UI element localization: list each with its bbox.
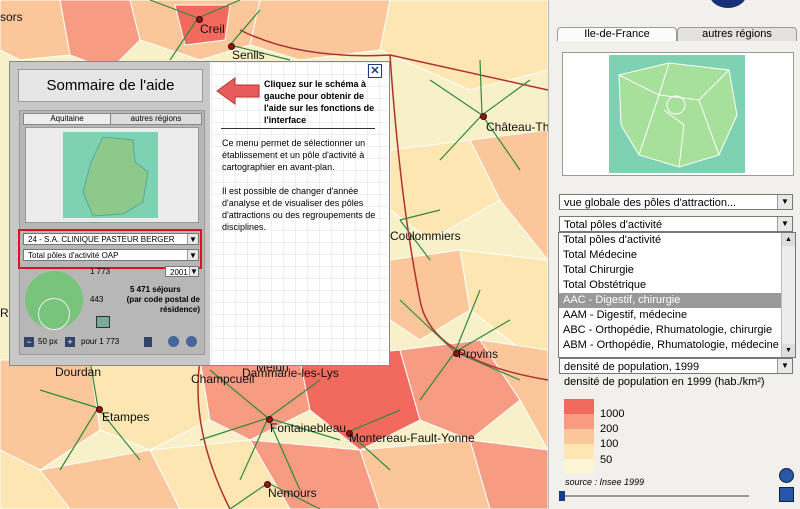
slider[interactable] <box>559 491 749 501</box>
density-select[interactable]: densité de population, 1999 ▼ <box>559 358 793 374</box>
tab-autres-regions[interactable]: autres régions <box>677 27 797 41</box>
chevron-down-icon[interactable]: ▼ <box>782 344 795 357</box>
list-item[interactable]: Total Médecine <box>559 248 795 263</box>
aquitaine-shape <box>82 136 149 217</box>
mini-small-circle <box>38 298 70 330</box>
mini-panel: Aquitaine autres régions 24 - S.A. CLINI… <box>18 110 205 355</box>
compass-icon[interactable] <box>779 468 794 483</box>
arrow-left-icon <box>216 77 260 105</box>
mini-count-mid: 443 <box>90 295 104 304</box>
list-item[interactable]: ABM - Orthopédie, Rhumatologie, médecine <box>559 338 795 353</box>
list-item[interactable]: Total Obstétrique <box>559 278 795 293</box>
help-arrow-text: Cliquez sur le schéma à gauche pour obte… <box>264 79 375 125</box>
mini-year-value: 2001 <box>170 268 188 277</box>
tab-ile-de-france[interactable]: Ile-de-France <box>557 27 677 41</box>
chevron-down-icon[interactable]: ▼ <box>777 359 792 373</box>
help-paragraph-1: Ce menu permet de sélectionner un établi… <box>222 138 366 172</box>
slider-handle[interactable] <box>559 491 565 501</box>
tool-icon[interactable] <box>168 336 179 347</box>
mini-per-value: pour 1 773 <box>81 337 120 346</box>
city-label: Montereau-Fault-Yonne <box>349 431 475 445</box>
image-icon[interactable] <box>96 316 110 328</box>
minus-icon[interactable]: − <box>24 337 34 347</box>
mini-select-value: 24 - S.A. CLINIQUE PASTEUR BERGER <box>28 235 175 244</box>
list-item[interactable]: AAM - Digestif, médecine <box>559 308 795 323</box>
mini-tab-label: Aquitaine <box>50 114 84 123</box>
city-label: Château-Th <box>486 120 548 134</box>
chevron-down-icon[interactable]: ▼ <box>777 195 792 209</box>
list-item-selected[interactable]: AAC - Digestif, chirurgie <box>559 293 795 308</box>
help-paragraph-2: Il est possible de changer d'année d'ana… <box>222 186 376 232</box>
chevron-down-icon[interactable]: ▼ <box>189 267 198 276</box>
help-title-button[interactable]: Sommaire de l'aide <box>18 69 203 102</box>
legend-label: 50 <box>600 454 613 466</box>
legend-swatch <box>564 429 594 444</box>
help-dialog: Sommaire de l'aide Aquitaine autres régi… <box>9 61 390 366</box>
source-note: source : Insee 1999 <box>565 477 645 487</box>
chevron-down-icon[interactable]: ▼ <box>777 217 792 231</box>
mini-tab-other[interactable]: autres régions <box>110 113 202 125</box>
help-text-area: ✕ Cliquez sur le schéma à gauche pour ob… <box>211 62 389 365</box>
legend-label: 1000 <box>600 408 625 420</box>
city-label: Creil <box>200 22 225 36</box>
region-map-frame[interactable] <box>562 52 794 176</box>
city-label: sors <box>0 10 23 24</box>
help-title: Sommaire de l'aide <box>46 77 175 94</box>
city-marker[interactable] <box>480 113 487 120</box>
mini-tab-label: autres régions <box>130 114 182 123</box>
legend-swatch <box>564 459 594 474</box>
mini-tab-aquitaine[interactable]: Aquitaine <box>23 113 111 125</box>
mini-establishment-select[interactable]: 24 - S.A. CLINIQUE PASTEUR BERGER ▼ <box>23 233 199 245</box>
ile-de-france-shape <box>618 62 738 168</box>
city-label: Coulommiers <box>390 229 461 243</box>
city-label: Fontainebleau <box>270 421 347 435</box>
pole-dropdown-list[interactable]: Total pôles d'activité Total Médecine To… <box>558 232 796 358</box>
city-label: Nemours <box>268 486 317 500</box>
city-label: Senlis <box>232 48 265 62</box>
pole-select[interactable]: Total pôles d'activité ▼ <box>559 216 793 232</box>
mini-map-frame[interactable] <box>25 127 199 223</box>
mini-stays: 5 471 séjours <box>130 285 181 294</box>
tab-label: Ile-de-France <box>584 28 650 40</box>
density-select-value: densité de population, 1999 <box>564 361 700 373</box>
chevron-up-icon[interactable]: ▲ <box>782 233 795 246</box>
list-scrollbar[interactable]: ▲ ▼ <box>781 233 795 357</box>
chevron-down-icon[interactable]: ▼ <box>187 250 198 260</box>
legend-title: densité de population en 1999 (hab./km²) <box>564 376 765 388</box>
app-logo <box>709 0 747 8</box>
city-label: Etampes <box>102 410 150 424</box>
close-icon[interactable]: ✕ <box>368 64 382 78</box>
city-label: Dourdan <box>55 365 102 379</box>
mini-pole-select[interactable]: Total pôles d'activité OAP ▼ <box>23 249 199 261</box>
city-label: Provins <box>458 347 499 361</box>
mini-region-map <box>63 132 158 218</box>
legend-label: 100 <box>600 438 619 450</box>
help-divider <box>221 128 375 129</box>
pole-select-value: Total pôles d'activité <box>564 219 663 231</box>
list-item[interactable]: Total pôles d'activité <box>559 233 795 248</box>
city-label: Dammarie-les-Lys <box>242 366 339 380</box>
list-item[interactable]: Total Chirurgie <box>559 263 795 278</box>
list-item[interactable]: ABC - Orthopédie, Rhumatologie, chirurgi… <box>559 323 795 338</box>
region-map <box>609 55 745 173</box>
mini-year-select[interactable]: 2001 ▼ <box>165 266 199 277</box>
legend-swatch <box>564 414 594 429</box>
plus-icon[interactable]: + <box>65 337 75 347</box>
legend-swatch <box>564 399 594 414</box>
settings-icon[interactable] <box>186 336 197 347</box>
lock-icon[interactable] <box>144 337 152 347</box>
mini-stays-note: (par code postal de résidence) <box>126 295 200 314</box>
help-schema[interactable]: Sommaire de l'aide Aquitaine autres régi… <box>10 62 210 365</box>
view-select-value: vue globale des pôles d'attraction... <box>564 197 737 209</box>
mini-px-value: 50 px <box>38 337 58 346</box>
chevron-down-icon[interactable]: ▼ <box>187 234 198 244</box>
legend-label: 200 <box>600 423 619 435</box>
mini-count-top: 1 773 <box>90 267 111 276</box>
tab-label: autres régions <box>702 28 772 40</box>
legend-swatch <box>564 444 594 459</box>
mini-select-value: Total pôles d'activité OAP <box>28 251 119 260</box>
notes-icon[interactable] <box>779 487 794 502</box>
view-select[interactable]: vue globale des pôles d'attraction... ▼ <box>559 194 793 210</box>
